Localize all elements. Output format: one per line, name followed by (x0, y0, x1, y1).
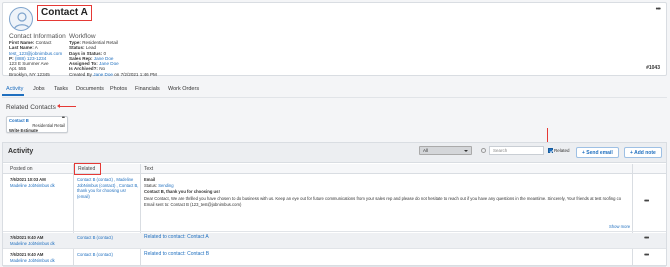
more-options-icon[interactable]: ••• (656, 6, 661, 13)
related-contact-card[interactable]: Contact B Residential Retail Write Estim… (6, 116, 68, 133)
person-icon (13, 12, 31, 30)
row-author[interactable]: Madeline JobNimbus dk (10, 183, 55, 189)
tab-photos[interactable]: Photos (110, 86, 127, 92)
table-row: 7/6/2021 9:40 AM Madeline JobNimbus dk C… (3, 233, 666, 249)
add-note-button[interactable]: + Add note (624, 147, 662, 158)
chevron-down-icon (464, 150, 468, 152)
activity-title: Activity (8, 148, 34, 155)
card-more-icon[interactable]: ••• (62, 116, 65, 121)
table-header: Posted on Related Text (3, 164, 666, 174)
row-author[interactable]: Madeline JobNimbus dk (10, 258, 55, 264)
workflow-heading: Workflow (69, 33, 96, 40)
row-text[interactable]: Related to contact: Contact B (144, 251, 209, 258)
tab-tasks[interactable]: Tasks (54, 86, 68, 92)
workflow-status: Lead (85, 45, 97, 51)
row-related[interactable]: Contact B (contact) (77, 235, 113, 241)
annotation-arrow-down (545, 128, 549, 145)
annotation-arrow-left (57, 104, 76, 108)
email-subject: Contact B, thank you for choosing us! (144, 189, 220, 195)
row-more-icon[interactable]: ••• (644, 235, 649, 242)
assigned-to-link[interactable]: Jane Doe (99, 61, 119, 66)
send-email-button[interactable]: + Send email (576, 147, 619, 158)
contact-info-heading: Contact Information (9, 33, 66, 40)
contact-information: Contact Information First Name: Contact … (9, 33, 66, 77)
related-checkbox[interactable] (548, 148, 554, 154)
workflow-type: Residential Retail (82, 40, 118, 45)
table-row: 7/6/2021 9:40 AM Madeline JobNimbus dk C… (3, 250, 666, 267)
column-posted-on[interactable]: Posted on (10, 166, 33, 172)
page-title: Contact A (37, 5, 92, 21)
email-sent-to: Email sent to: Contact B (123_test@jobni… (144, 202, 242, 208)
contact-header-card: Contact A ••• Contact Information First … (2, 2, 667, 77)
related-contact-status: Write Estimate (9, 128, 39, 133)
address-line-3: Brooklyn, NY 12345 (9, 71, 50, 77)
tab-activity[interactable]: Activity (6, 86, 23, 92)
row-author[interactable]: Madeline JobNimbus dk (10, 241, 55, 247)
email-body: Dear Contact, We are thrilled you have c… (144, 195, 622, 201)
days-in-status: 0 (103, 50, 107, 56)
related-column-highlight (74, 163, 101, 175)
activity-filter-select[interactable]: All (419, 146, 472, 155)
column-text[interactable]: Text (144, 166, 153, 172)
row-status: Sending (158, 182, 174, 188)
is-archived: No (99, 66, 106, 72)
related-contacts-title: Related Contacts (6, 104, 56, 111)
search-input[interactable]: Search (489, 146, 544, 155)
row-more-icon[interactable]: ••• (644, 198, 649, 205)
row-related[interactable]: Contact B (contact) (77, 252, 113, 258)
row-related[interactable]: Contact B (contact) , Madeline JobNimbus… (77, 177, 139, 199)
last-name: A (34, 45, 38, 51)
job-number: #1043 (646, 65, 660, 71)
created-by-link[interactable]: Jane Doe (93, 72, 113, 77)
sales-rep-link[interactable]: Jane Doe (94, 56, 114, 61)
tab-documents[interactable]: Documents (76, 86, 104, 92)
first-name: Contact (35, 40, 52, 45)
avatar (9, 7, 33, 31)
activity-header: Activity All Search Related + Send email… (3, 143, 666, 163)
workflow-section: Workflow Type: Residential Retail Status… (69, 33, 157, 77)
active-tab-indicator (2, 94, 24, 96)
activity-panel: Activity All Search Related + Send email… (2, 142, 667, 267)
row-more-icon[interactable]: ••• (644, 252, 649, 259)
related-checkbox-label: Related (554, 148, 570, 153)
table-row: 7/6/2021 10:03 AM Madeline JobNimbus dk … (3, 175, 666, 232)
show-more-link[interactable]: Show more (609, 224, 630, 230)
phone-link[interactable]: (888) 123-1234 (15, 56, 46, 61)
tabs-divider (2, 97, 667, 98)
search-icon (481, 148, 486, 153)
row-text[interactable]: Related to contact: Contact A (144, 234, 209, 241)
tab-financials[interactable]: Financials (135, 86, 160, 92)
tab-work-orders[interactable]: Work Orders (168, 86, 199, 92)
tab-jobs[interactable]: Jobs (33, 86, 45, 92)
